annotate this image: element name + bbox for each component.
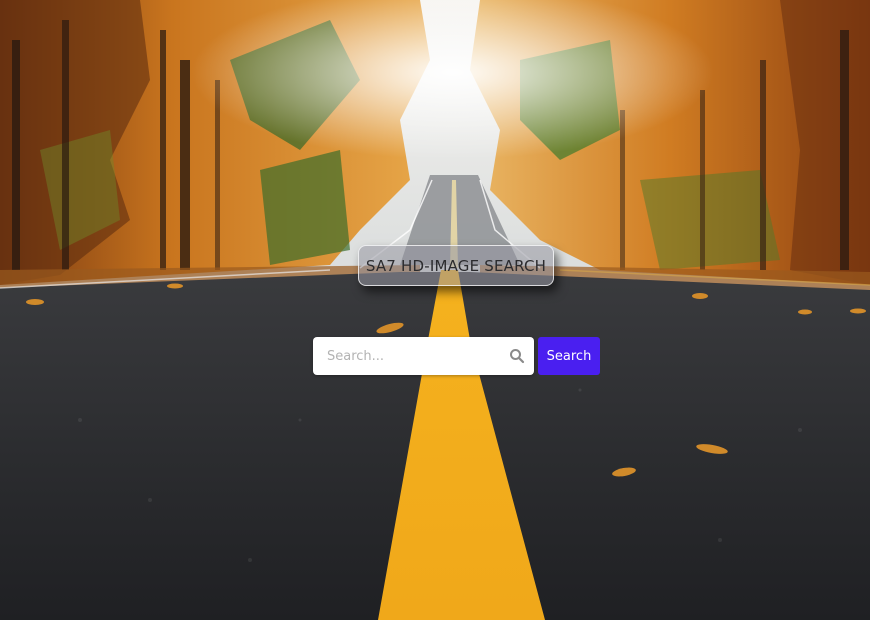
- background-photo: [0, 0, 870, 620]
- search-input[interactable]: [313, 337, 503, 375]
- page: SA7 HD-IMAGE SEARCH Search: [0, 0, 870, 620]
- search-box[interactable]: [313, 337, 534, 375]
- search-button[interactable]: Search: [538, 337, 600, 375]
- search-icon[interactable]: [509, 348, 525, 364]
- page-title: SA7 HD-IMAGE SEARCH: [358, 245, 554, 286]
